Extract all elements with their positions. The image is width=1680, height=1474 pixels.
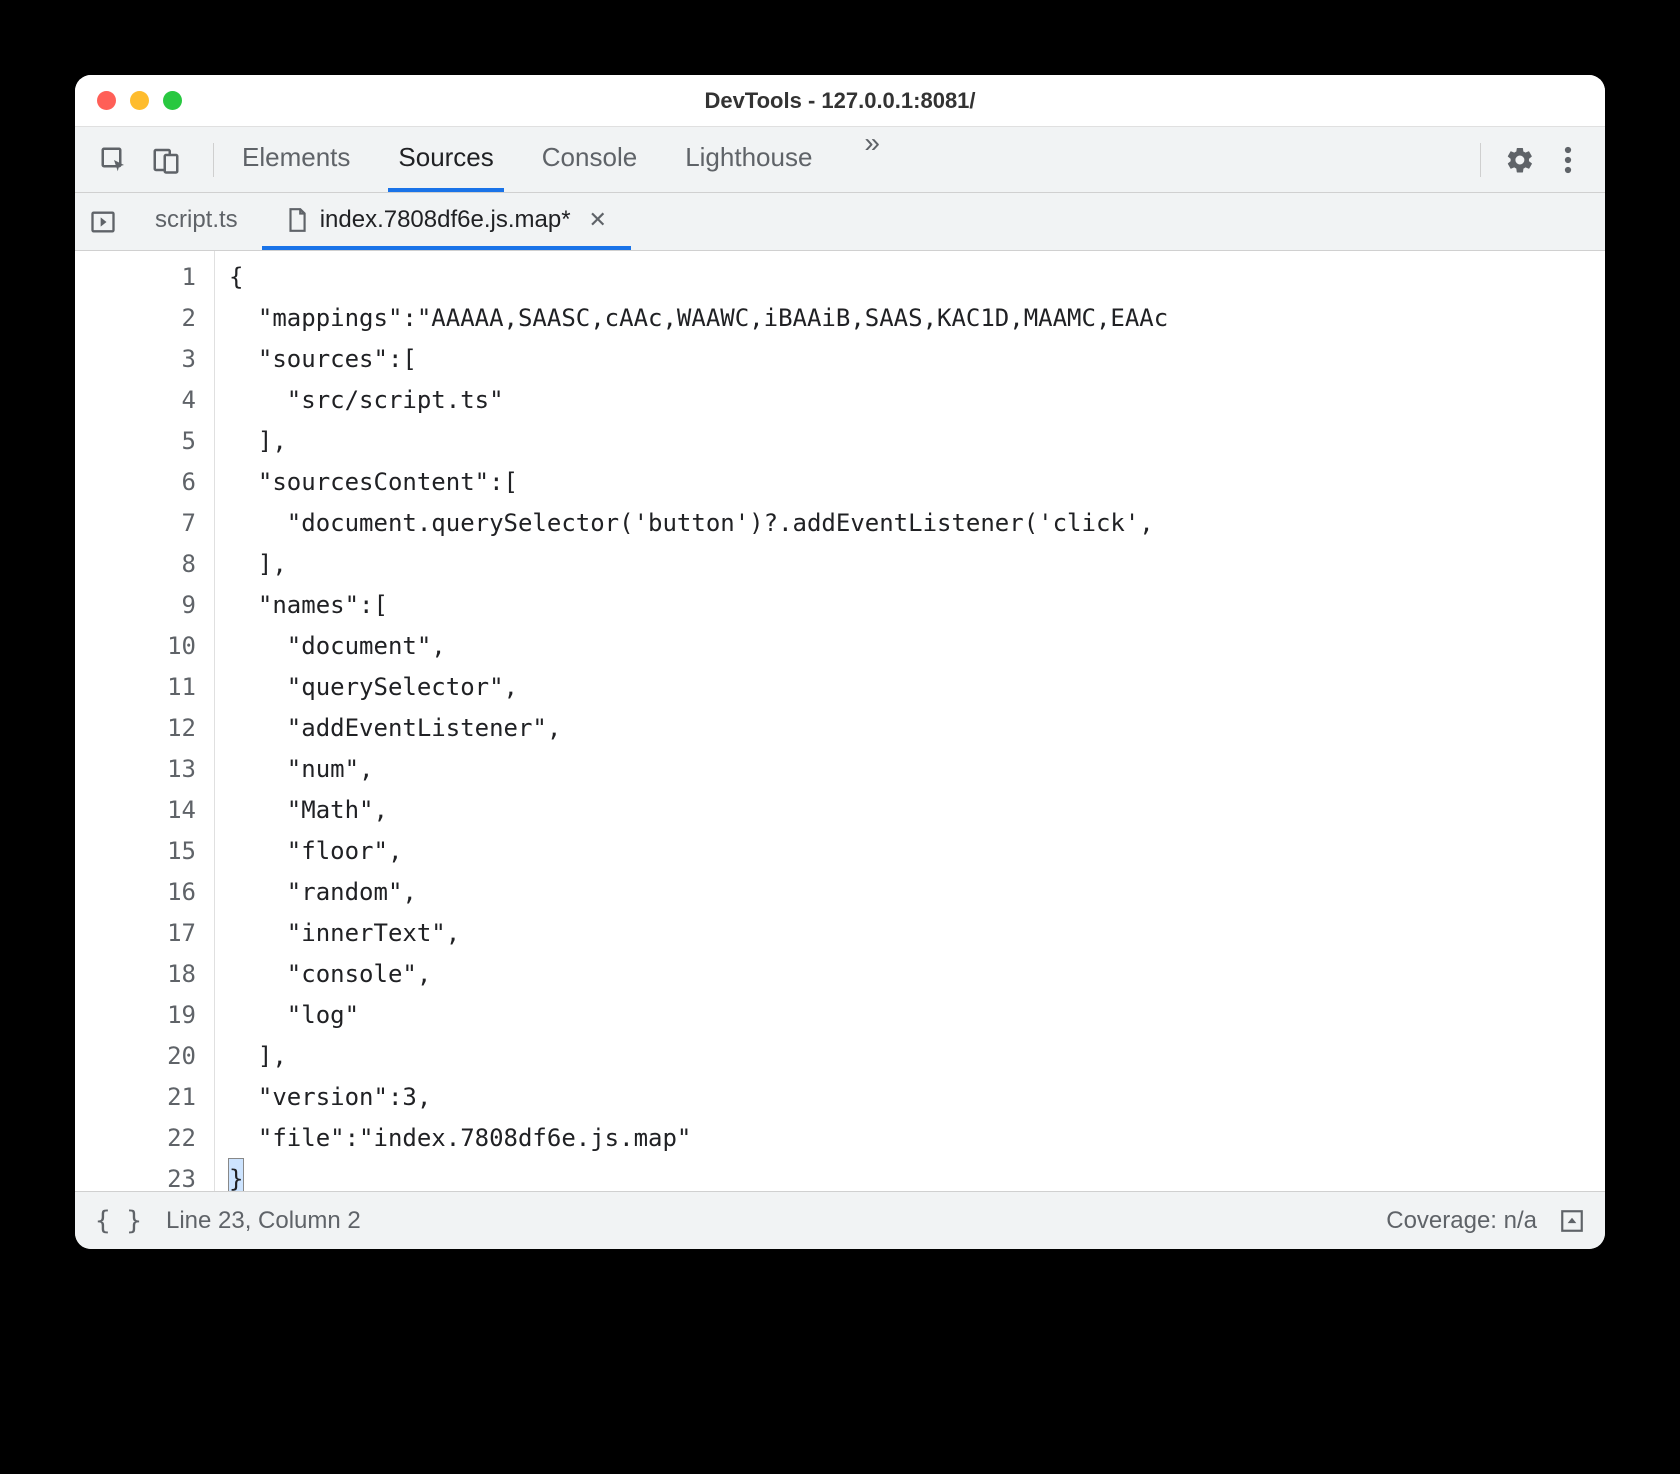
code-line[interactable]: "file":"index.7808df6e.js.map" [229, 1118, 1605, 1159]
tab-sources[interactable]: Sources [388, 127, 503, 192]
file-icon [286, 207, 308, 233]
code-line[interactable]: "addEventListener", [229, 708, 1605, 749]
status-bar: { } Line 23, Column 2 Coverage: n/a [75, 1191, 1605, 1249]
window-controls [75, 91, 182, 110]
divider [1480, 143, 1481, 177]
inspect-element-icon[interactable] [97, 143, 131, 177]
tab-lighthouse[interactable]: Lighthouse [675, 127, 822, 192]
file-tab-label: index.7808df6e.js.map* [320, 206, 571, 234]
code-line[interactable]: ], [229, 421, 1605, 462]
code-line[interactable]: "Math", [229, 790, 1605, 831]
code-line[interactable]: "querySelector", [229, 667, 1605, 708]
line-number: 17 [75, 913, 214, 954]
cursor-position: Line 23, Column 2 [166, 1207, 361, 1235]
line-number: 11 [75, 667, 214, 708]
panel-tabs: Elements Sources Console Lighthouse » [232, 127, 894, 192]
code-line[interactable]: ], [229, 544, 1605, 585]
code-line[interactable]: "document.querySelector('button')?.addEv… [229, 503, 1605, 544]
more-options-icon[interactable] [1551, 143, 1585, 177]
line-number: 22 [75, 1118, 214, 1159]
tab-console[interactable]: Console [532, 127, 647, 192]
line-number: 19 [75, 995, 214, 1036]
code-line[interactable]: "document", [229, 626, 1605, 667]
settings-icon[interactable] [1503, 143, 1537, 177]
code-line[interactable]: "random", [229, 872, 1605, 913]
code-line[interactable]: "sources":[ [229, 339, 1605, 380]
close-window-button[interactable] [97, 91, 116, 110]
file-tab-bar: script.ts index.7808df6e.js.map* ✕ [75, 193, 1605, 251]
line-number: 1 [75, 257, 214, 298]
device-toolbar-icon[interactable] [149, 143, 183, 177]
file-tab-script-ts[interactable]: script.ts [131, 193, 262, 250]
file-tab-index-map[interactable]: index.7808df6e.js.map* ✕ [262, 193, 631, 250]
devtools-window: DevTools - 127.0.0.1:8081/ Elements Sour… [75, 75, 1605, 1249]
line-number: 15 [75, 831, 214, 872]
code-line[interactable]: } [229, 1159, 1605, 1191]
code-line[interactable]: "mappings":"AAAAA,SAASC,cAAc,WAAWC,iBAAi… [229, 298, 1605, 339]
line-number: 4 [75, 380, 214, 421]
code-line[interactable]: "floor", [229, 831, 1605, 872]
line-number: 21 [75, 1077, 214, 1118]
code-editor[interactable]: 1234567891011121314151617181920212223 { … [75, 251, 1605, 1191]
tab-elements[interactable]: Elements [232, 127, 360, 192]
line-number: 14 [75, 790, 214, 831]
code-line[interactable]: "version":3, [229, 1077, 1605, 1118]
code-content[interactable]: { "mappings":"AAAAA,SAASC,cAAc,WAAWC,iBA… [215, 251, 1605, 1191]
line-number: 13 [75, 749, 214, 790]
line-number: 3 [75, 339, 214, 380]
line-number: 16 [75, 872, 214, 913]
code-line[interactable]: "num", [229, 749, 1605, 790]
line-number: 8 [75, 544, 214, 585]
code-line[interactable]: "sourcesContent":[ [229, 462, 1605, 503]
coverage-status: Coverage: n/a [1386, 1207, 1537, 1235]
line-number: 7 [75, 503, 214, 544]
line-number: 2 [75, 298, 214, 339]
titlebar: DevTools - 127.0.0.1:8081/ [75, 75, 1605, 127]
minimize-window-button[interactable] [130, 91, 149, 110]
code-line[interactable]: "names":[ [229, 585, 1605, 626]
file-tab-label: script.ts [155, 206, 238, 234]
line-number-gutter: 1234567891011121314151617181920212223 [75, 251, 215, 1191]
divider [213, 143, 214, 177]
line-number: 12 [75, 708, 214, 749]
line-number: 10 [75, 626, 214, 667]
code-line[interactable]: ], [229, 1036, 1605, 1077]
maximize-window-button[interactable] [163, 91, 182, 110]
main-toolbar: Elements Sources Console Lighthouse » [75, 127, 1605, 193]
line-number: 5 [75, 421, 214, 462]
toggle-bottom-panel-icon[interactable] [1559, 1208, 1585, 1234]
navigator-toggle-icon[interactable] [75, 193, 131, 250]
code-line[interactable]: "src/script.ts" [229, 380, 1605, 421]
code-line[interactable]: "log" [229, 995, 1605, 1036]
code-line[interactable]: { [229, 257, 1605, 298]
close-tab-icon[interactable]: ✕ [589, 207, 607, 233]
code-line[interactable]: "console", [229, 954, 1605, 995]
line-number: 20 [75, 1036, 214, 1077]
line-number: 23 [75, 1159, 214, 1191]
more-tabs-button[interactable]: » [850, 127, 894, 192]
pretty-print-icon[interactable]: { } [95, 1206, 142, 1236]
code-line[interactable]: "innerText", [229, 913, 1605, 954]
line-number: 18 [75, 954, 214, 995]
line-number: 6 [75, 462, 214, 503]
line-number: 9 [75, 585, 214, 626]
window-title: DevTools - 127.0.0.1:8081/ [75, 88, 1605, 114]
